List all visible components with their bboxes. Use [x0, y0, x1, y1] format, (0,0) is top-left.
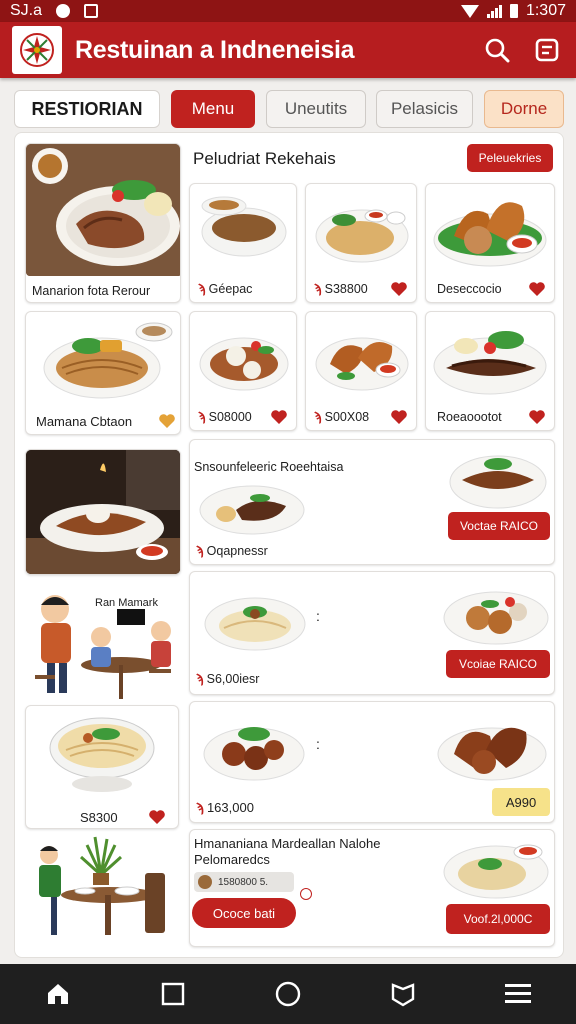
favorite-heart-icon[interactable]	[390, 408, 408, 426]
favorite-heart-icon[interactable]	[270, 408, 288, 426]
menu-item-wide-card[interactable]: Snsounfeleeric Roeehtaisa ϡ Oqapnessr Voc…	[189, 439, 555, 565]
menu-item-card[interactable]: ϡ S00X08	[305, 311, 417, 431]
category-tabs: RESTIORIAN Menu Uneutits Pelasicis Dorne	[14, 90, 564, 130]
order-button[interactable]: Voctae RAICO	[448, 512, 550, 540]
quantity-chip[interactable]: 1580800 5.	[194, 872, 294, 892]
menu-item-photo	[433, 202, 547, 267]
featured-dish-photo	[26, 144, 180, 276]
dining-sign: Ran Mamark	[95, 597, 158, 609]
info-icon[interactable]	[300, 888, 312, 900]
order-button[interactable]: Voof.2l,000C	[446, 904, 550, 934]
menu-item-card[interactable]: ϡ S38800	[305, 183, 417, 303]
menu-item-photo	[315, 337, 409, 391]
restaurant-dish-image	[26, 450, 180, 574]
scan-icon[interactable]	[530, 33, 564, 67]
menu-item-price: ϡ S38800	[314, 282, 368, 296]
favorite-heart-icon[interactable]	[148, 808, 166, 826]
menu-item-photo	[443, 844, 549, 899]
noodle-dish-photo	[43, 322, 173, 399]
home-icon[interactable]	[38, 974, 78, 1014]
menu-item-subtitle: Pelomaredcs	[194, 852, 270, 867]
menu-item-price: ϡ S6,00iesr	[196, 672, 260, 686]
separator-dot: :	[316, 736, 320, 752]
tab-pelasicis[interactable]: Pelasicis	[376, 90, 473, 128]
circle-icon[interactable]	[268, 974, 308, 1014]
image-notification-icon	[84, 4, 99, 18]
featured-dish-card[interactable]: Mamana Cbtaon	[25, 311, 181, 435]
wifi-icon	[460, 4, 479, 18]
price-tag: A990	[492, 788, 550, 816]
menu-item-photo	[449, 455, 547, 509]
status-carrier: SJ.a	[10, 2, 43, 19]
tab-restaurant[interactable]: RESTIORIAN	[14, 90, 160, 128]
quantity-text: 1580800 5.	[218, 876, 269, 888]
menu-lines-icon[interactable]	[498, 974, 538, 1014]
featured-dish-card[interactable]: Manarion fota Rerour	[25, 143, 181, 303]
noodle-bowl-card[interactable]: S8300	[25, 705, 179, 829]
menu-item-card[interactable]: ϡ Géepac	[189, 183, 297, 303]
status-bar: SJ.a 1:307	[0, 0, 576, 22]
menu-item-photo	[315, 209, 409, 263]
menu-item-card[interactable]: Roeaoootot	[425, 311, 555, 431]
menu-item-photo	[437, 727, 547, 781]
menu-item-price: Deseccocio	[437, 282, 502, 296]
signal-icon	[486, 4, 502, 18]
menu-item-photo	[199, 337, 289, 391]
favorite-heart-icon[interactable]	[528, 280, 546, 298]
menu-item-photo	[443, 591, 549, 645]
section-action-button[interactable]: Peleuekries	[467, 144, 553, 172]
item-thumb-icon	[198, 875, 212, 889]
tab-dorne[interactable]: Dorne	[484, 90, 564, 128]
separator-dot: :	[316, 608, 320, 624]
menu-item-photo	[199, 485, 305, 535]
search-icon[interactable]	[480, 33, 514, 67]
order-button[interactable]: Vcoiae RAICO	[446, 650, 550, 678]
restaurant-dish-photo[interactable]	[25, 449, 181, 575]
menu-item-card[interactable]: Deseccocio	[425, 183, 555, 303]
menu-item-wide-card[interactable]: : ϡ 163,000 A990	[189, 701, 555, 823]
tab-menu[interactable]: Menu	[171, 90, 255, 128]
restaurant-emblem-icon[interactable]	[12, 26, 62, 74]
menu-item-price: ϡ Géepac	[198, 282, 253, 296]
order-button[interactable]: Ococe bati	[192, 898, 296, 928]
notification-icon	[56, 4, 71, 18]
menu-item-wide-card[interactable]: Hmananiana Mardeallan Nalohe Pelomaredcs…	[189, 829, 555, 947]
menu-item-price: Roeaoootot	[437, 410, 502, 424]
noodle-bowl-photo	[49, 717, 155, 792]
menu-item-photo	[204, 597, 306, 651]
favorite-heart-icon[interactable]	[158, 412, 176, 430]
battery-icon	[509, 4, 518, 18]
menu-item-title: Hmananiana Mardeallan Nalohe	[194, 836, 381, 851]
shield-icon[interactable]	[383, 974, 423, 1014]
menu-item-photo	[201, 196, 287, 257]
app-bar: Restuinan a Indneneisia	[0, 22, 576, 78]
section-title: Peludriat Rekehais	[193, 149, 336, 168]
tab-uneutits[interactable]: Uneutits	[266, 90, 366, 128]
menu-item-price: ϡ S08000	[198, 410, 252, 424]
menu-item-card[interactable]: ϡ S08000	[189, 311, 297, 431]
square-icon[interactable]	[153, 974, 193, 1014]
menu-item-price: S8300	[80, 810, 118, 825]
dining-people-image	[25, 833, 179, 945]
menu-item-photo	[203, 727, 305, 781]
dining-illustration: Ran Mamark	[25, 579, 181, 705]
menu-item-photo	[433, 331, 547, 395]
featured-dish-caption: Manarion fota Rerour	[32, 284, 151, 298]
menu-item-price: ϡ S00X08	[314, 410, 370, 424]
status-time: 1:307	[525, 2, 566, 19]
menu-item-wide-card[interactable]: : ϡ S6,00iesr Vcoiae RAICO	[189, 571, 555, 695]
menu-content: Manarion fota Rerour Peludriat Rekehais …	[14, 132, 564, 958]
bottom-navigation	[0, 964, 576, 1024]
menu-item-title: Snsounfeleeric Roeehtaisa	[194, 460, 344, 474]
menu-item-price: ϡ 163,000	[196, 800, 254, 815]
dining-illustration	[25, 833, 179, 945]
favorite-heart-icon[interactable]	[390, 280, 408, 298]
menu-item-price: ϡ Oqapnessr	[196, 544, 268, 558]
featured-dish-caption: Mamana Cbtaon	[36, 414, 133, 429]
app-title: Restuinan a Indneneisia	[75, 35, 355, 64]
favorite-heart-icon[interactable]	[528, 408, 546, 426]
